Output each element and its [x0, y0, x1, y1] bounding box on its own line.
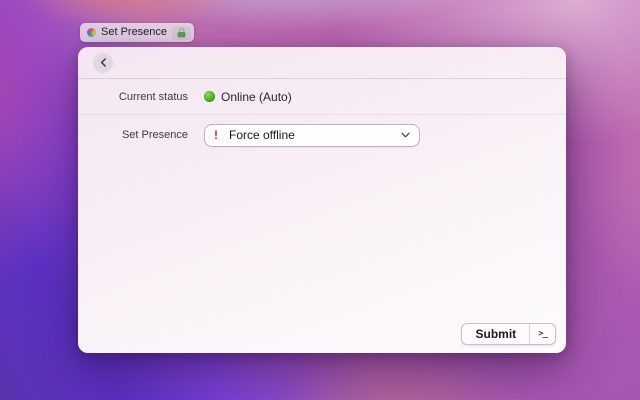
warning-icon: !: [214, 128, 218, 142]
chevron-down-icon: [401, 132, 410, 138]
online-status-icon: [204, 91, 215, 102]
current-status-label: Current status: [118, 90, 188, 103]
current-status-value: Online (Auto): [204, 90, 292, 104]
presence-dropdown[interactable]: ! Force offline: [204, 123, 420, 147]
window-toolbar: [78, 47, 566, 79]
window-title: Set Presence: [101, 26, 168, 38]
back-button[interactable]: [93, 52, 113, 73]
window-title-tab[interactable]: Set Presence: [80, 23, 195, 42]
set-presence-label: Set Presence: [121, 129, 188, 141]
chevron-left-icon: [100, 58, 106, 67]
set-presence-window: Current status Online (Auto) Set Presenc…: [78, 47, 566, 353]
terminal-button[interactable]: >_: [529, 324, 555, 344]
lock-icon: [172, 25, 192, 40]
current-status-row: Current status Online (Auto): [78, 79, 566, 115]
app-icon: [87, 28, 96, 37]
current-status-text: Online (Auto): [221, 89, 292, 104]
presence-dropdown-value: Force offline: [229, 128, 295, 142]
footer-button-group: Submit >_: [461, 323, 556, 345]
terminal-prompt-icon: >_: [538, 329, 548, 339]
submit-button[interactable]: Submit: [462, 324, 529, 344]
set-presence-row: Set Presence ! Force offline: [78, 115, 566, 155]
